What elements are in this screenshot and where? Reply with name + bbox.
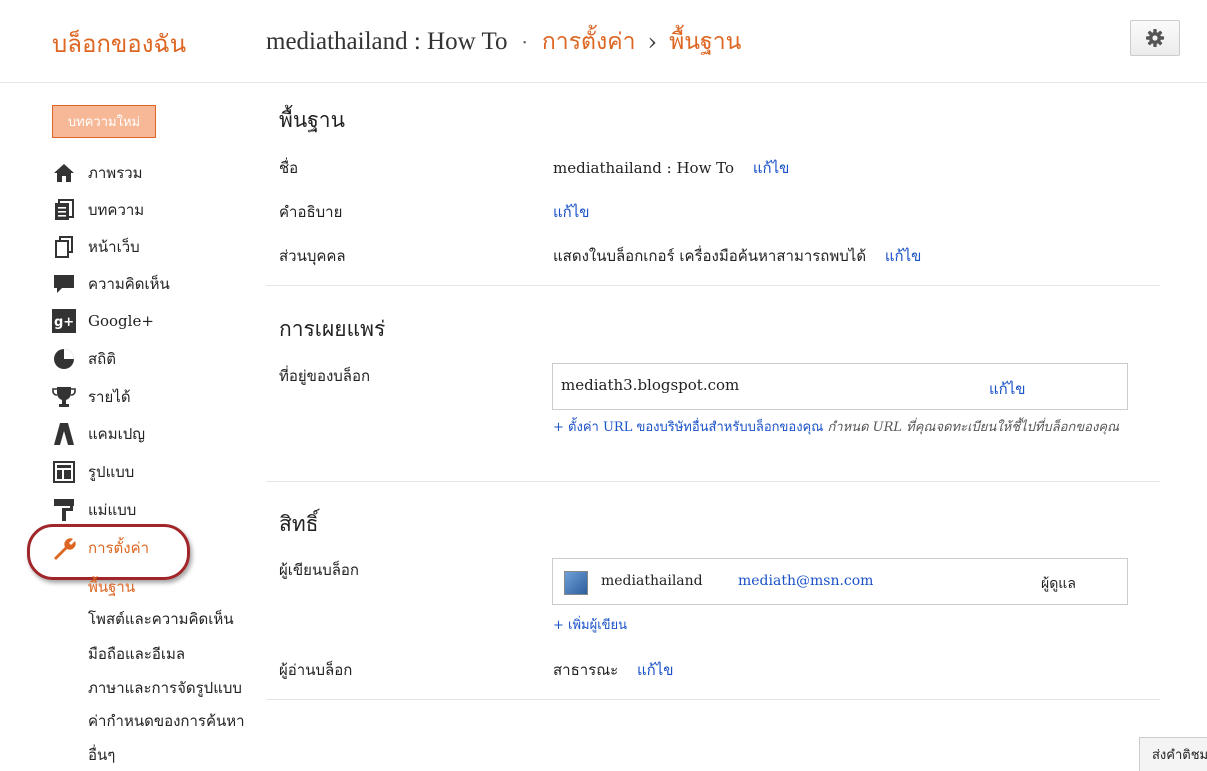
breadcrumb-basic: พื้นฐาน bbox=[669, 29, 742, 55]
section-title-permissions: สิทธิ์ bbox=[279, 512, 319, 536]
sidebar-item-template[interactable]: แม่แบบ bbox=[52, 497, 136, 523]
blog-address-value: mediath3.blogspot.com bbox=[561, 376, 740, 394]
sidebar-item-label: แม่แบบ bbox=[88, 501, 137, 519]
sidebar-item-campaigns[interactable]: แคมเปญ bbox=[52, 421, 145, 447]
author-avatar bbox=[564, 571, 588, 595]
readers-row: สาธารณะ แก้ไข bbox=[553, 658, 674, 682]
blog-readers-label: ผู้อ่านบล็อก bbox=[279, 661, 353, 679]
readers-value: สาธารณะ bbox=[553, 661, 619, 679]
sub-item-search-preferences[interactable]: ค่ากำหนดของการค้นหา bbox=[88, 709, 245, 733]
comments-icon bbox=[52, 272, 76, 296]
google-plus-icon: g+ bbox=[52, 309, 76, 333]
sidebar-item-label: หน้าเว็บ bbox=[88, 238, 140, 256]
sidebar-item-stats[interactable]: สถิติ bbox=[52, 346, 116, 372]
custom-url-description: กำหนด URL ที่คุณจดทะเบียนให้ชี้ไปที่บล็อ… bbox=[827, 420, 1120, 435]
blog-address-label: ที่อยู่ของบล็อก bbox=[279, 367, 371, 385]
section-divider bbox=[266, 285, 1160, 286]
edit-description-link[interactable]: แก้ไข bbox=[553, 200, 590, 224]
stats-icon bbox=[52, 347, 76, 371]
sidebar-item-label: รูปแบบ bbox=[88, 463, 135, 481]
sidebar-item-layout[interactable]: รูปแบบ bbox=[52, 459, 134, 485]
sub-item-mobile-email[interactable]: มือถือและอีเมล bbox=[88, 642, 185, 666]
sidebar-item-overview[interactable]: ภาพรวม bbox=[52, 160, 143, 186]
blog-authors-label: ผู้เขียนบล็อก bbox=[279, 561, 360, 579]
highlight-ring bbox=[27, 524, 190, 580]
author-name: mediathailand bbox=[601, 573, 703, 589]
blog-address-box: mediath3.blogspot.com แก้ไข bbox=[552, 363, 1128, 410]
send-feedback-button[interactable]: ส่งคำติชม bbox=[1139, 737, 1207, 771]
edit-readers-link[interactable]: แก้ไข bbox=[637, 661, 674, 679]
sidebar-item-label: ความคิดเห็น bbox=[88, 275, 170, 293]
svg-text:g+: g+ bbox=[54, 315, 74, 330]
earnings-icon bbox=[52, 385, 76, 409]
sidebar-item-label: แคมเปญ bbox=[88, 425, 146, 443]
sub-item-basic[interactable]: พื้นฐาน bbox=[88, 575, 135, 599]
campaigns-icon bbox=[52, 422, 76, 446]
name-row: mediathailand : How To แก้ไข bbox=[553, 156, 789, 180]
sidebar-item-comments[interactable]: ความคิดเห็น bbox=[52, 271, 170, 297]
sidebar-item-label: ภาพรวม bbox=[88, 164, 143, 182]
new-post-button[interactable]: บทความใหม่ bbox=[52, 105, 156, 138]
sidebar-item-earnings[interactable]: รายได้ bbox=[52, 384, 131, 410]
template-icon bbox=[52, 498, 76, 522]
home-icon bbox=[52, 161, 76, 185]
privacy-value: แสดงในบล็อกเกอร์ เครื่องมือค้นหาสามารถพบ… bbox=[553, 247, 867, 265]
posts-icon bbox=[52, 198, 76, 222]
edit-name-link[interactable]: แก้ไข bbox=[753, 159, 790, 177]
sub-item-other[interactable]: อื่นๆ bbox=[88, 743, 115, 767]
top-bar: บล็อกของฉัน mediathailand : How To · การ… bbox=[0, 0, 1207, 83]
section-divider bbox=[266, 481, 1160, 482]
sub-item-language-formatting[interactable]: ภาษาและการจัดรูปแบบ bbox=[88, 676, 242, 700]
add-author-link[interactable]: + เพิ่มผู้เขียน bbox=[553, 614, 627, 635]
breadcrumb-arrow: › bbox=[647, 28, 658, 56]
breadcrumb-separator: · bbox=[521, 30, 528, 54]
breadcrumb: mediathailand : How To · การตั้งค่า › พื… bbox=[266, 24, 741, 60]
author-row: mediathailand mediath@msn.com ผู้ดูแล bbox=[552, 558, 1128, 605]
sidebar-item-google-plus[interactable]: g+ Google+ bbox=[52, 308, 154, 334]
custom-url-link[interactable]: + ตั้งค่า URL ของบริษัทอื่นสำหรับบล็อกขอ… bbox=[553, 420, 823, 435]
author-email[interactable]: mediath@msn.com bbox=[738, 573, 873, 589]
layout-icon bbox=[52, 460, 76, 484]
my-blogs-link[interactable]: บล็อกของฉัน bbox=[52, 24, 186, 63]
edit-address-link[interactable]: แก้ไข bbox=[989, 377, 1026, 401]
privacy-label: ส่วนบุคคล bbox=[279, 247, 346, 265]
edit-privacy-link[interactable]: แก้ไข bbox=[885, 247, 922, 265]
sidebar-item-label: Google+ bbox=[88, 312, 154, 330]
sidebar-item-label: บทความ bbox=[88, 201, 145, 219]
section-title-publishing: การเผยแพร่ bbox=[279, 317, 386, 341]
privacy-row: แสดงในบล็อกเกอร์ เครื่องมือค้นหาสามารถพบ… bbox=[553, 244, 921, 268]
author-role[interactable]: ผู้ดูแล bbox=[1041, 573, 1076, 595]
section-divider bbox=[266, 699, 1160, 700]
blog-title[interactable]: mediathailand : How To bbox=[266, 28, 508, 56]
gear-icon bbox=[1146, 29, 1164, 47]
sidebar-item-pages[interactable]: หน้าเว็บ bbox=[52, 234, 140, 260]
sub-item-posts-comments[interactable]: โพสต์และความคิดเห็น bbox=[88, 607, 234, 631]
settings-gear-button[interactable] bbox=[1130, 20, 1180, 56]
name-label: ชื่อ bbox=[279, 159, 299, 177]
section-title-basic: พื้นฐาน bbox=[279, 108, 345, 132]
blog-name-value: mediathailand : How To bbox=[553, 159, 735, 177]
sidebar-item-posts[interactable]: บทความ bbox=[52, 197, 144, 223]
sidebar-item-label: สถิติ bbox=[88, 350, 116, 368]
sidebar-item-label: รายได้ bbox=[88, 388, 131, 406]
breadcrumb-settings[interactable]: การตั้งค่า bbox=[542, 24, 636, 60]
description-label: คำอธิบาย bbox=[279, 203, 343, 221]
pages-icon bbox=[52, 235, 76, 259]
custom-url-note: + ตั้งค่า URL ของบริษัทอื่นสำหรับบล็อกขอ… bbox=[553, 419, 1133, 436]
